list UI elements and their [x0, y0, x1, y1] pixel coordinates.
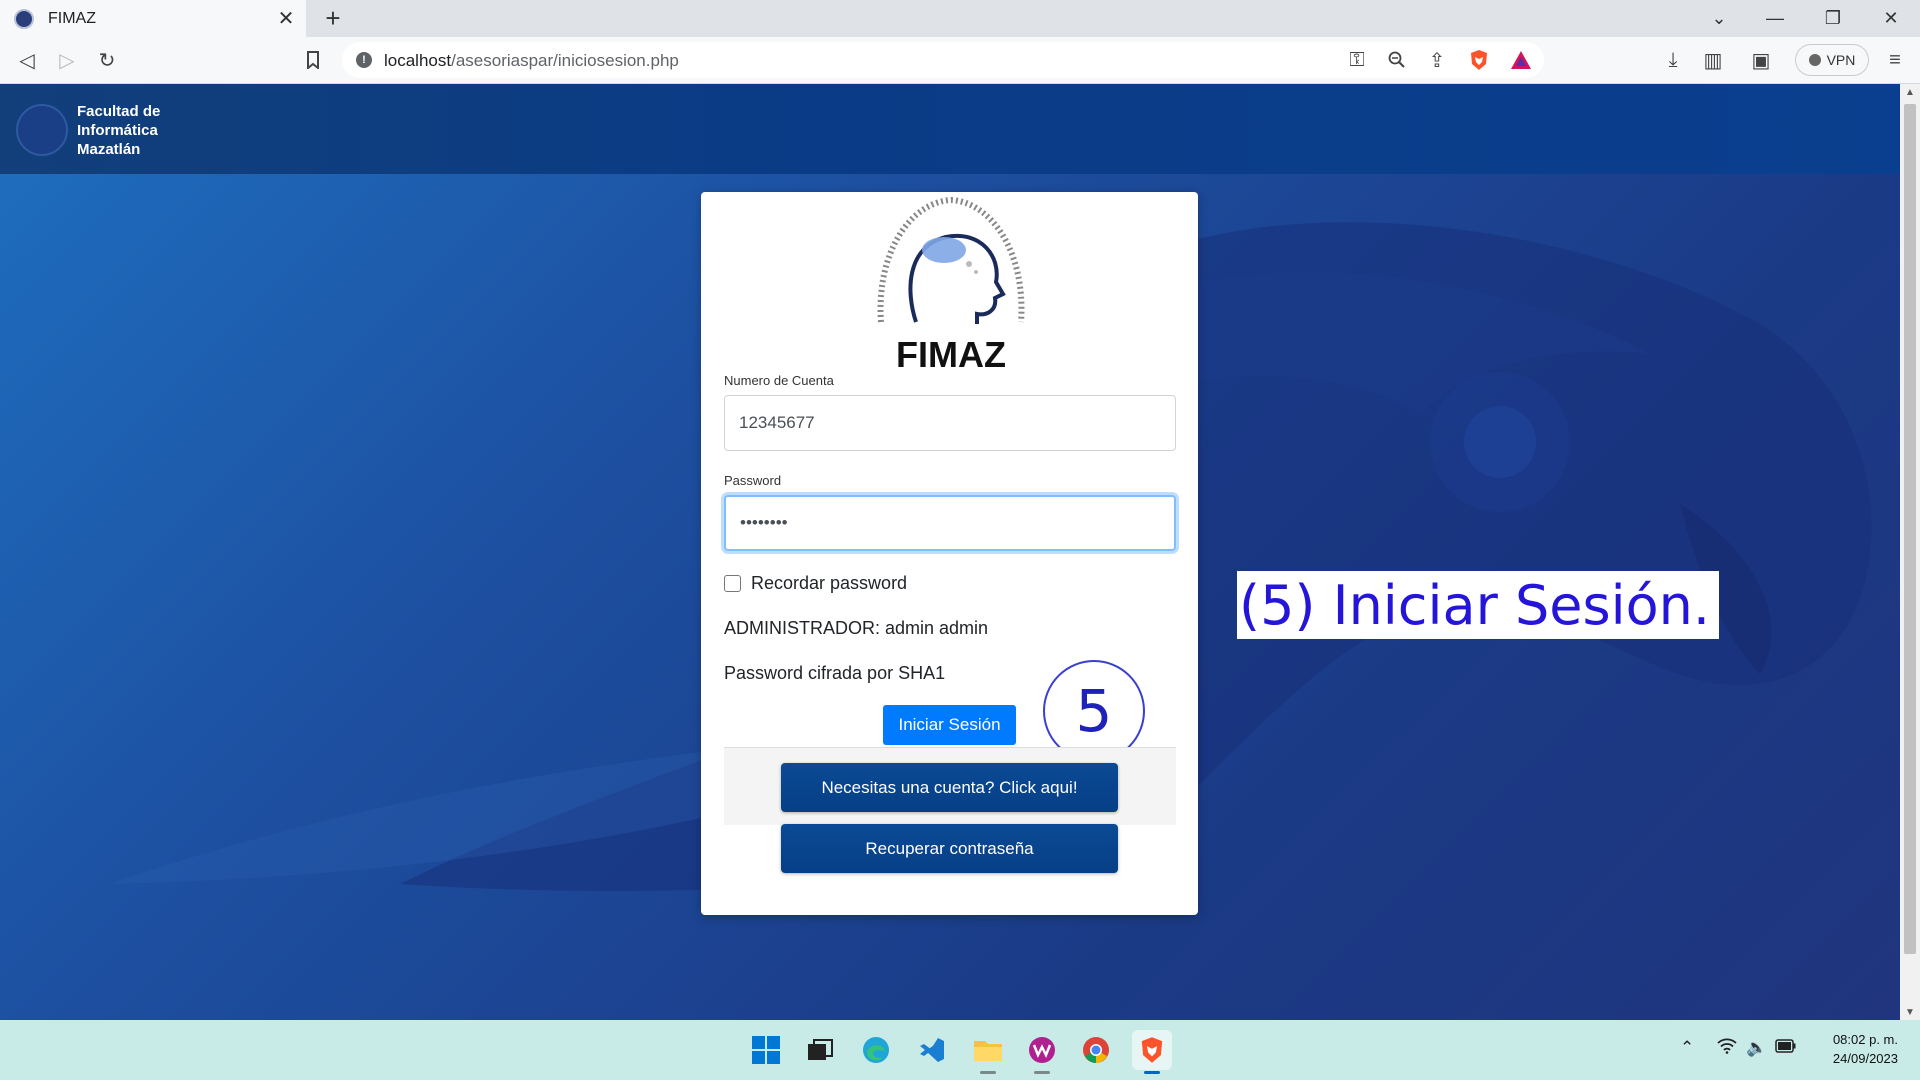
- clock-date: 24/09/2023: [1832, 1051, 1898, 1066]
- wifi-icon[interactable]: [1717, 1038, 1737, 1059]
- webapp-running-indicator: [1034, 1071, 1050, 1074]
- tab-title: FIMAZ: [48, 9, 96, 27]
- brand-line-1: Facultad de: [77, 103, 161, 120]
- key-icon[interactable]: ⚿: [1342, 45, 1372, 75]
- show-hidden-icons-icon[interactable]: ⌃: [1680, 1038, 1694, 1058]
- task-view-icon[interactable]: [800, 1030, 840, 1070]
- url-host: localhost: [384, 51, 452, 70]
- tab-bar: FIMAZ ✕ + ⌄ — ❐ ✕: [0, 0, 1920, 37]
- zoom-icon[interactable]: [1382, 45, 1412, 75]
- scroll-thumb[interactable]: [1904, 104, 1916, 954]
- clock-time: 08:02 p. m.: [1832, 1032, 1898, 1047]
- card-footer: Necesitas una cuenta? Click aqui!: [724, 747, 1176, 825]
- tab-search-chevron-icon[interactable]: ⌄: [1696, 0, 1742, 37]
- battery-icon[interactable]: [1775, 1038, 1797, 1058]
- download-icon[interactable]: ⤓: [1658, 45, 1688, 75]
- vpn-button[interactable]: VPN: [1795, 44, 1869, 76]
- account-number-label: Numero de Cuenta: [724, 373, 834, 388]
- scroll-down-icon[interactable]: ▼: [1900, 1004, 1920, 1020]
- url-path: /asesoriaspar/iniciosesion.php: [451, 51, 679, 70]
- brand-line-2: Informática: [77, 122, 158, 139]
- browser-toolbar: ◁ ▷ ↻ ! localhost/asesoriaspar/inicioses…: [0, 37, 1920, 84]
- vpn-status-icon: [1808, 54, 1821, 66]
- fimaz-brand-logo-icon[interactable]: [16, 104, 68, 156]
- web-app-icon[interactable]: [1022, 1030, 1062, 1074]
- explorer-running-indicator: [980, 1071, 996, 1074]
- windows-start-icon[interactable]: [746, 1030, 786, 1070]
- recover-password-button[interactable]: Recuperar contraseña: [781, 824, 1118, 873]
- brave-active-indicator: [1144, 1071, 1160, 1074]
- menu-icon[interactable]: ≡: [1880, 45, 1910, 75]
- minimize-icon[interactable]: —: [1752, 0, 1798, 37]
- fimaz-logo: FIMAZ: [877, 196, 1025, 372]
- password-label: Password: [724, 473, 782, 488]
- remember-password-checkbox[interactable]: [724, 575, 741, 592]
- account-number-input[interactable]: 12345677: [724, 395, 1176, 451]
- new-tab-icon[interactable]: +: [318, 3, 348, 33]
- browser-tab[interactable]: FIMAZ ✕: [0, 0, 306, 37]
- remember-password-row[interactable]: Recordar password: [724, 573, 907, 594]
- remember-password-label[interactable]: Recordar password: [751, 573, 907, 594]
- bookmark-icon[interactable]: [298, 45, 328, 75]
- page-scrollbar[interactable]: ▲ ▼: [1900, 84, 1920, 1020]
- brave-rewards-icon[interactable]: [1506, 45, 1536, 75]
- edge-icon[interactable]: [856, 1030, 896, 1070]
- file-explorer-icon[interactable]: [968, 1030, 1008, 1074]
- wallet-icon[interactable]: ▣: [1746, 45, 1776, 75]
- login-card: FIMAZ Numero de Cuenta 12345677 Password…: [701, 192, 1198, 915]
- register-button[interactable]: Necesitas una cuenta? Click aqui!: [781, 763, 1118, 812]
- reload-icon[interactable]: ↻: [92, 45, 122, 75]
- close-window-icon[interactable]: ✕: [1868, 0, 1914, 37]
- system-clock[interactable]: 08:02 p. m. 24/09/2023: [1810, 1030, 1898, 1068]
- volume-icon[interactable]: 🔈: [1746, 1038, 1767, 1058]
- scroll-up-icon[interactable]: ▲: [1900, 84, 1920, 100]
- site-info-icon[interactable]: !: [356, 52, 372, 68]
- back-icon[interactable]: ◁: [12, 45, 42, 75]
- brand-line-3: Mazatlán: [77, 141, 141, 158]
- password-input[interactable]: ••••••••: [724, 495, 1176, 551]
- address-bar[interactable]: ! localhost/asesoriaspar/iniciosesion.ph…: [342, 42, 1544, 78]
- chrome-icon[interactable]: [1076, 1030, 1116, 1070]
- sidebar-icon[interactable]: ▥: [1698, 45, 1728, 75]
- brave-taskbar-icon[interactable]: [1132, 1030, 1172, 1074]
- forward-icon[interactable]: ▷: [52, 45, 82, 75]
- close-tab-icon[interactable]: ✕: [272, 5, 300, 33]
- brave-shields-icon[interactable]: [1464, 45, 1494, 75]
- vscode-icon[interactable]: [912, 1030, 952, 1070]
- login-button[interactable]: Iniciar Sesión: [883, 705, 1016, 745]
- site-header: Facultad de Informática Mazatlán: [0, 84, 1900, 174]
- brand-name[interactable]: Facultad de Informática Mazatlán: [77, 102, 160, 159]
- site-favicon-icon: [14, 8, 34, 29]
- admin-credentials-note: ADMINISTRADOR: admin admin: [724, 618, 989, 638]
- windows-taskbar: ⌃ 🔈 08:02 p. m. 24/09/2023: [0, 1020, 1920, 1080]
- share-icon[interactable]: ⇪: [1422, 45, 1452, 75]
- step-5-caption: (5) Iniciar Sesión.: [1237, 571, 1719, 639]
- restore-icon[interactable]: ❐: [1810, 0, 1856, 37]
- url-text: localhost/asesoriaspar/iniciosesion.php: [384, 51, 679, 71]
- logo-caption: FIMAZ: [896, 334, 1006, 372]
- sha1-note: Password cifrada por SHA1: [724, 663, 946, 683]
- vpn-label: VPN: [1826, 52, 1856, 68]
